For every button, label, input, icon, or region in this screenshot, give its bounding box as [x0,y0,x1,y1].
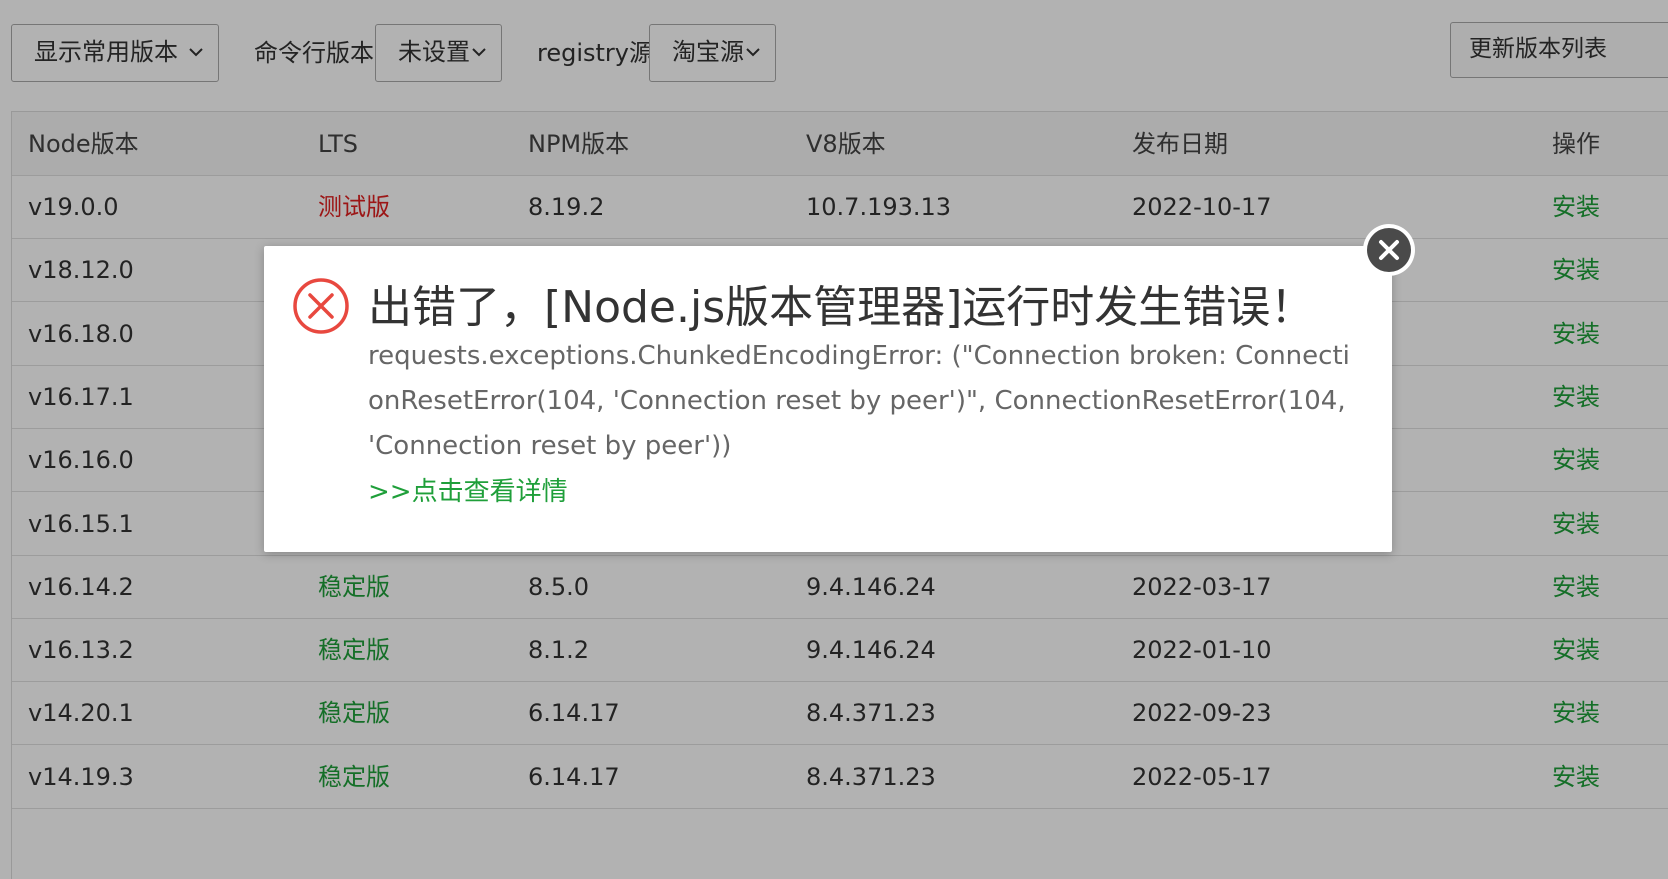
error-circle-icon [293,278,349,334]
close-icon[interactable] [1361,222,1417,278]
view-details-link[interactable]: >>点击查看详情 [368,472,568,512]
dialog-title: 出错了，[Node.js版本管理器]运行时发生错误！ [368,282,1315,333]
dialog-error-message: requests.exceptions.ChunkedEncodingError… [368,341,1350,461]
app-window: 显示常用版本 命令行版本 未设置 registry源 淘宝源 更新版本列表 No… [0,0,1668,879]
error-dialog: 出错了，[Node.js版本管理器]运行时发生错误！ requests.exce… [264,246,1392,552]
